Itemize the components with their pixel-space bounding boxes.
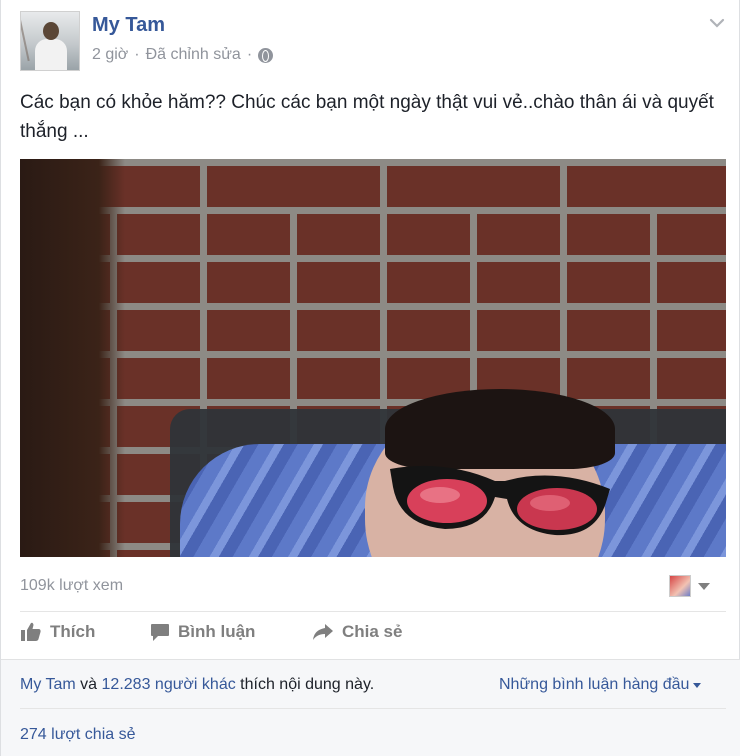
others-link[interactable]: 12.283 người khác: [102, 676, 236, 693]
share-button[interactable]: Chia sẻ: [312, 622, 402, 642]
like-button[interactable]: Thích: [20, 622, 95, 642]
thumbs-up-icon: [21, 622, 41, 641]
author-name[interactable]: My Tam: [92, 14, 165, 37]
author-avatar[interactable]: [20, 11, 80, 71]
comment-button[interactable]: Bình luận: [150, 622, 255, 642]
caret-down-icon: [698, 582, 710, 590]
facebook-post: My Tam 2 giờ · Đã chỉnh sửa · Các bạn có…: [0, 0, 740, 756]
globe-icon[interactable]: [258, 47, 274, 63]
post-as-selector[interactable]: [669, 575, 710, 597]
divider: [20, 708, 726, 709]
edited-label[interactable]: Đã chỉnh sửa: [146, 46, 241, 64]
video-views: 109k lượt xem: [20, 577, 124, 594]
share-label: Chia sẻ: [342, 622, 403, 641]
meta-separator: ·: [134, 46, 140, 63]
page-avatar: [669, 575, 691, 597]
comment-icon: [151, 623, 169, 641]
share-arrow-icon: [313, 624, 333, 640]
comment-label: Bình luận: [178, 622, 256, 641]
post-meta: 2 giờ · Đã chỉnh sửa ·: [92, 46, 274, 64]
likes-suffix: thích nội dung này.: [240, 676, 375, 693]
and-word: và: [80, 676, 98, 693]
post-time[interactable]: 2 giờ: [92, 46, 128, 64]
divider: [20, 611, 726, 612]
meta-separator: ·: [246, 46, 253, 63]
comment-sort-label: Những bình luận hàng đầu: [499, 676, 690, 693]
likes-summary: My Tam và 12.283 người khác thích nội du…: [20, 676, 374, 694]
caret-down-icon: [693, 682, 702, 688]
comment-sort-dropdown[interactable]: Những bình luận hàng đầu: [499, 676, 702, 694]
video-player[interactable]: [20, 159, 726, 557]
liker-name-link[interactable]: My Tam: [20, 676, 76, 693]
chevron-down-icon[interactable]: [708, 14, 726, 32]
post-footer: My Tam và 12.283 người khác thích nội du…: [1, 659, 740, 756]
post-text: Các bạn có khỏe hăm?? Chúc các bạn một n…: [20, 92, 714, 142]
shares-count-link[interactable]: 274 lượt chia sẻ: [20, 726, 135, 744]
like-label: Thích: [50, 622, 96, 641]
